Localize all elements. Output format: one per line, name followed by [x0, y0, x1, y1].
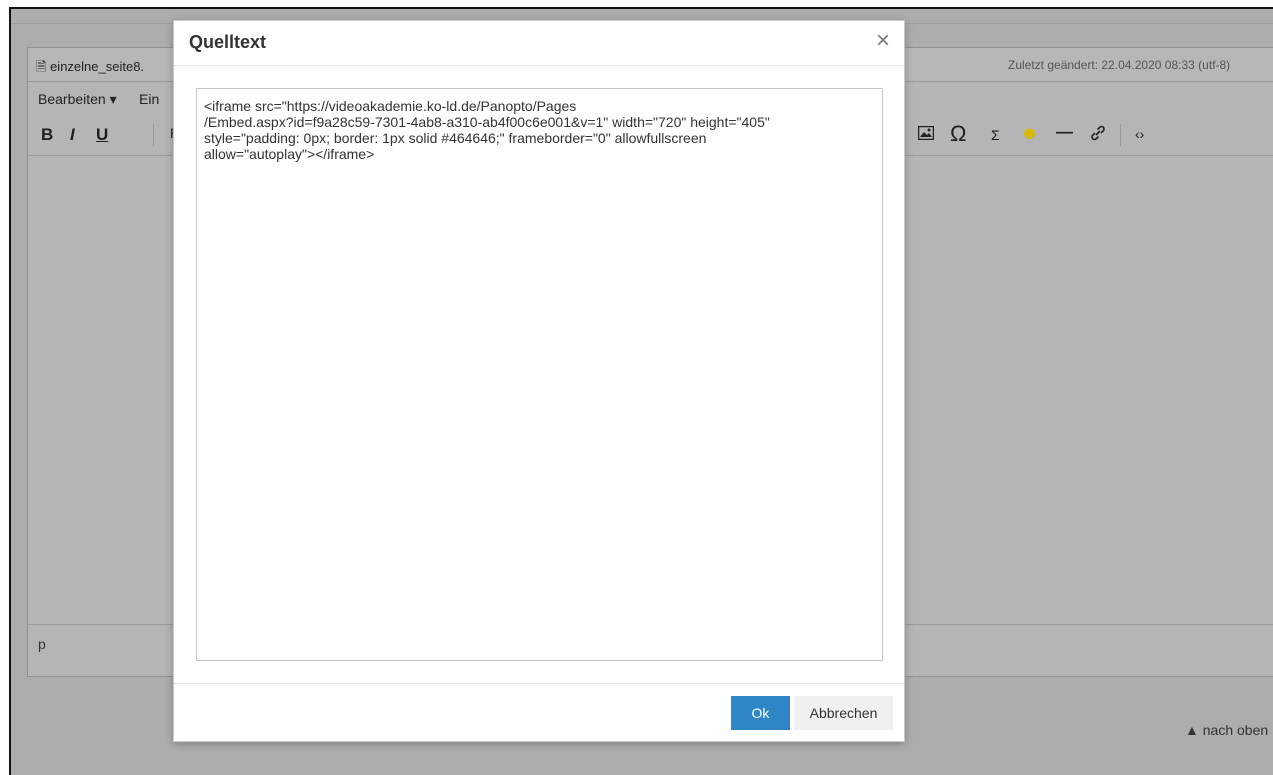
- image-icon[interactable]: [917, 125, 935, 143]
- dialog-header-divider: [174, 65, 904, 66]
- dialog-footer-divider: [174, 683, 904, 684]
- ok-button[interactable]: Ok: [731, 696, 790, 730]
- toolbar-separator: [1120, 124, 1121, 146]
- italic-button[interactable]: I: [70, 125, 75, 145]
- menu-edit[interactable]: Bearbeiten ▾: [38, 91, 117, 108]
- source-code-dialog: Quelltext × <iframe src="https://videoak…: [173, 20, 905, 742]
- file-name[interactable]: 🗎 einzelne_seite8.: [36, 58, 144, 80]
- chevron-up-icon: ▲: [1185, 722, 1199, 738]
- horizontal-rule-button[interactable]: —: [1056, 122, 1073, 142]
- underline-button[interactable]: U: [96, 125, 108, 145]
- smiley-icon[interactable]: ☻: [1020, 123, 1039, 144]
- element-path[interactable]: p: [38, 636, 46, 652]
- link-icon[interactable]: [1089, 124, 1107, 147]
- last-modified: Zuletzt geändert: 22.04.2020 08:33 (utf-…: [1008, 58, 1231, 72]
- bold-button[interactable]: B: [41, 125, 53, 145]
- dialog-title: Quelltext: [189, 32, 267, 52]
- source-code-textarea[interactable]: <iframe src="https://videoakademie.ko-ld…: [196, 88, 883, 661]
- math-button[interactable]: Σ: [991, 127, 1000, 143]
- document-icon: 🗎: [36, 59, 47, 74]
- special-char-button[interactable]: Ω: [950, 121, 966, 147]
- cancel-button[interactable]: Abbrechen: [794, 696, 893, 730]
- back-to-top-link[interactable]: ▲ nach oben: [1185, 722, 1268, 738]
- close-icon[interactable]: ×: [876, 29, 890, 53]
- code-button[interactable]: ‹›: [1135, 126, 1144, 142]
- toolbar-separator: [153, 124, 154, 146]
- menu-insert[interactable]: Ein: [139, 91, 159, 107]
